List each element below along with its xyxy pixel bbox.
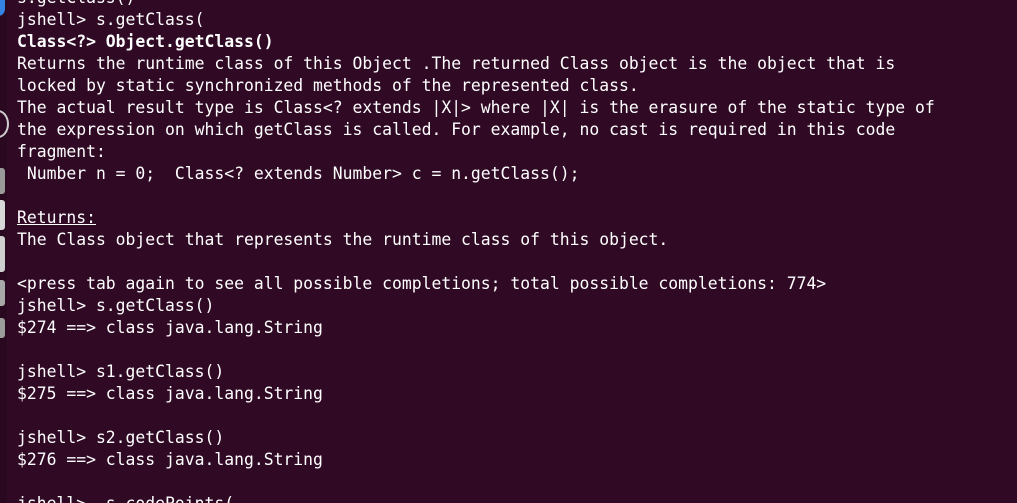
- terminal-line: jshell> s.getClass(): [17, 296, 215, 315]
- app-icon[interactable]: [0, 110, 9, 138]
- terminal-line: jshell> s2.getClass(): [17, 428, 225, 447]
- terminal-line: Number n = 0; Class<? extends Number> c …: [17, 164, 580, 183]
- terminal-line: s.getClass(): [17, 0, 1017, 9]
- terminal-line: jshell> s1.getClass(): [17, 362, 225, 381]
- app-icon[interactable]: [0, 280, 5, 306]
- terminal-line: The actual result type is Class<? extend…: [17, 98, 935, 117]
- returns-heading: Returns:: [17, 208, 96, 227]
- terminal-line: the expression on which getClass is call…: [17, 120, 896, 139]
- app-icon[interactable]: [0, 0, 5, 16]
- terminal-line: jshell> s.getClass(: [17, 10, 205, 29]
- terminal-line: $276 ==> class java.lang.String: [17, 450, 323, 469]
- app-icon[interactable]: [0, 236, 5, 272]
- terminal-line: $274 ==> class java.lang.String: [17, 318, 323, 337]
- terminal-line: $275 ==> class java.lang.String: [17, 384, 323, 403]
- app-icon[interactable]: [0, 318, 5, 338]
- terminal-line: Returns the runtime class of this Object…: [17, 54, 896, 73]
- dock-edge: [0, 0, 9, 503]
- terminal-line: fragment:: [17, 142, 106, 161]
- terminal-output[interactable]: s.getClass()jshell> s.getClass( Class<?> …: [17, 0, 1017, 503]
- terminal-line: <press tab again to see all possible com…: [17, 274, 827, 293]
- app-icon[interactable]: [0, 200, 5, 230]
- app-icon[interactable]: [0, 168, 5, 194]
- terminal-line: The Class object that represents the run…: [17, 230, 669, 249]
- terminal-line: locked by static synchronized methods of…: [17, 76, 639, 95]
- terminal-line: Class<?> Object.getClass(): [17, 32, 274, 51]
- terminal-line: jshell> s.codePoints(: [17, 493, 1017, 503]
